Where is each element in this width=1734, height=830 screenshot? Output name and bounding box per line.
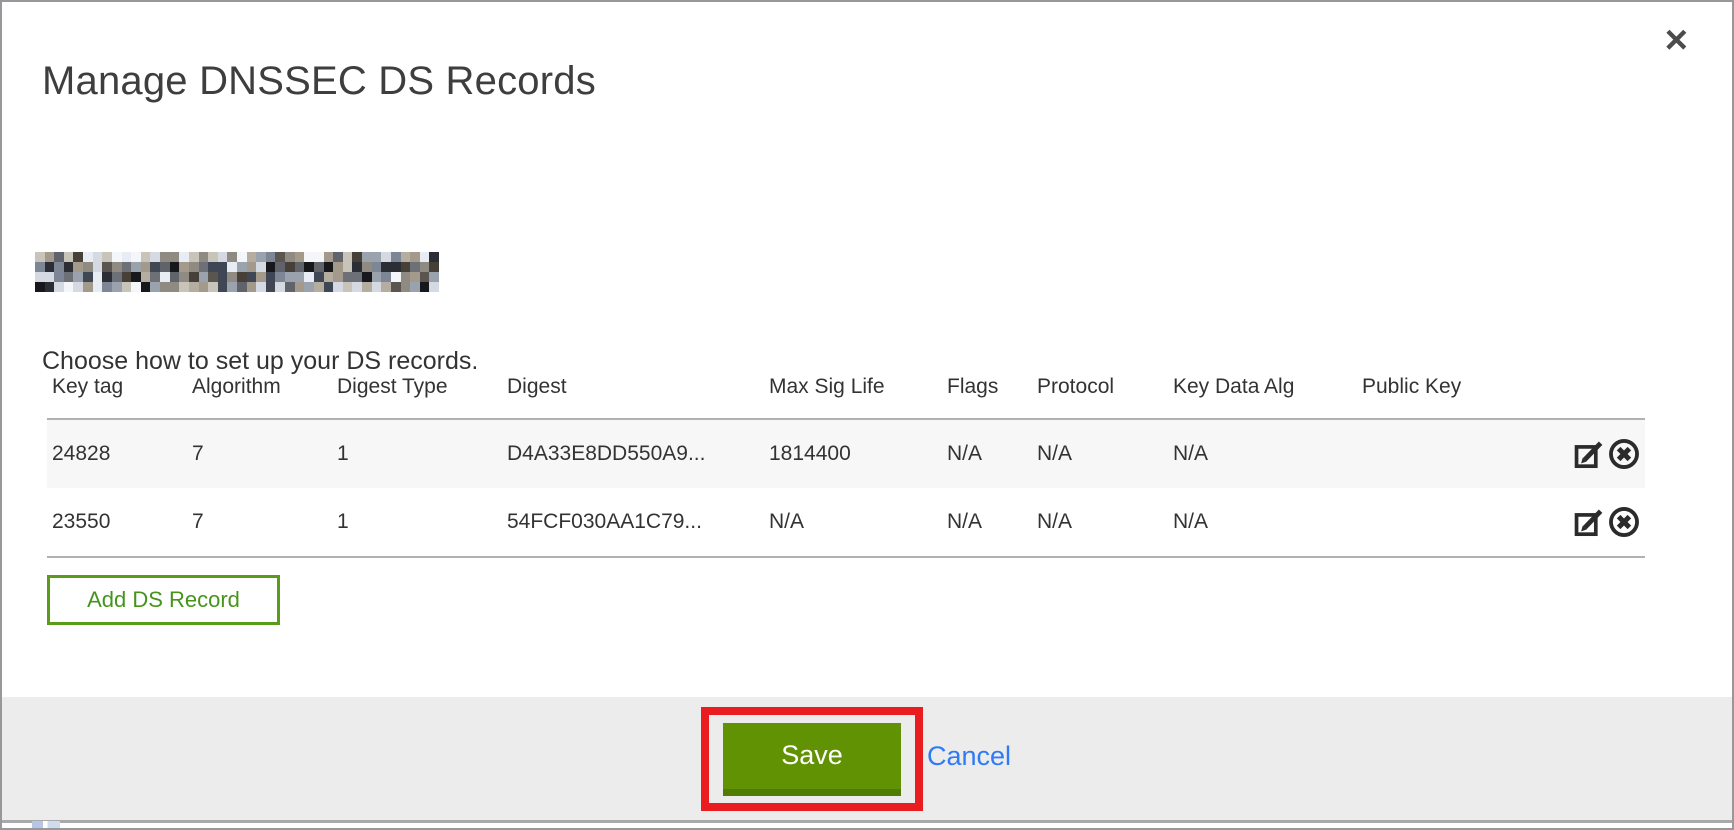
redacted-domain-name (35, 252, 439, 292)
page-title: Manage DNSSEC DS Records (42, 59, 596, 104)
cell-protocol: N/A (1037, 442, 1173, 466)
close-icon[interactable]: × (1665, 20, 1688, 60)
header-key-data-alg: Key Data Alg (1173, 375, 1362, 399)
header-protocol: Protocol (1037, 375, 1173, 399)
table-bottom-border (47, 556, 1645, 558)
edit-record-icon[interactable] (1572, 437, 1606, 471)
save-button[interactable]: Save (723, 723, 901, 796)
header-key-tag: Key tag (47, 375, 192, 399)
header-flags: Flags (947, 375, 1037, 399)
add-ds-record-button[interactable]: Add DS Record (47, 575, 280, 625)
header-public-key: Public Key (1362, 375, 1565, 399)
cell-digest-type: 1 (337, 510, 507, 534)
ds-records-table: Key tag Algorithm Digest Type Digest Max… (47, 368, 1645, 558)
background-page-fragment (32, 821, 60, 828)
save-highlight-annotation: Save (701, 707, 923, 811)
cell-digest: 54FCF030AA1C79... (507, 510, 769, 534)
dnssec-dialog: Manage DNSSEC DS Records × Choose how to… (0, 0, 1734, 830)
delete-record-icon[interactable] (1607, 505, 1641, 539)
table-row: 24828 7 1 D4A33E8DD550A9... 1814400 N/A … (47, 420, 1645, 488)
cancel-link[interactable]: Cancel (927, 741, 1011, 772)
cell-algorithm: 7 (192, 510, 337, 534)
cell-key-tag: 24828 (47, 442, 192, 466)
edit-record-icon[interactable] (1572, 505, 1606, 539)
cell-protocol: N/A (1037, 510, 1173, 534)
cell-digest: D4A33E8DD550A9... (507, 442, 769, 466)
delete-record-icon[interactable] (1607, 437, 1641, 471)
dialog-footer: Save Cancel (2, 697, 1732, 823)
cell-flags: N/A (947, 510, 1037, 534)
cell-algorithm: 7 (192, 442, 337, 466)
cell-max-sig-life: 1814400 (769, 442, 947, 466)
table-row: 23550 7 1 54FCF030AA1C79... N/A N/A N/A … (47, 488, 1645, 556)
header-digest-type: Digest Type (337, 375, 507, 399)
header-max-sig-life: Max Sig Life (769, 375, 947, 399)
header-digest: Digest (507, 375, 769, 399)
table-header-row: Key tag Algorithm Digest Type Digest Max… (47, 368, 1645, 420)
cell-digest-type: 1 (337, 442, 507, 466)
header-algorithm: Algorithm (192, 375, 337, 399)
cell-key-data-alg: N/A (1173, 442, 1362, 466)
cell-max-sig-life: N/A (769, 510, 947, 534)
cell-key-data-alg: N/A (1173, 510, 1362, 534)
cell-flags: N/A (947, 442, 1037, 466)
cell-key-tag: 23550 (47, 510, 192, 534)
